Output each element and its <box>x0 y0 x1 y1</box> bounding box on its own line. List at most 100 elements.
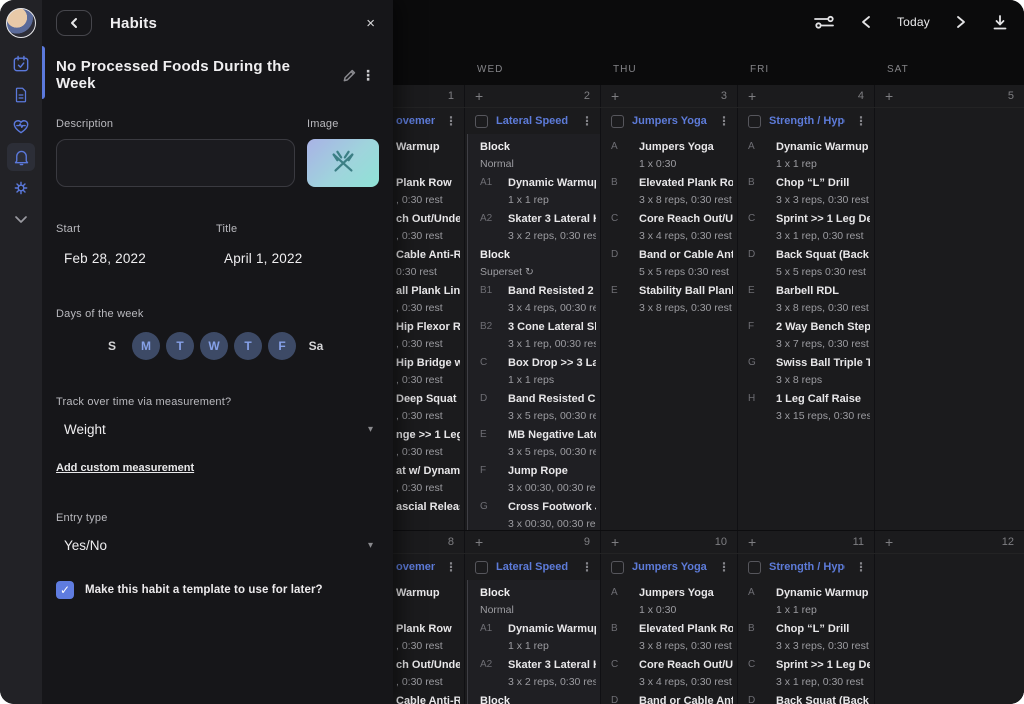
exercise-row: D Band or Cable Anti Rotati... 5 x 5 rep… <box>611 694 733 704</box>
habit-menu-icon[interactable]: ⋮ <box>357 67 379 84</box>
add-custom-measurement-link[interactable]: Add custom measurement <box>56 462 194 474</box>
exercise-name: 1 Leg Calf Raise <box>776 392 870 406</box>
workout-title[interactable]: Jumpers Yoga / Core <box>632 561 708 573</box>
next-week-button[interactable] <box>956 15 966 29</box>
workout-menu-icon[interactable]: ⋮ <box>853 560 869 574</box>
day-toggle[interactable]: M <box>132 332 160 360</box>
workout-menu-icon[interactable]: ⋮ <box>443 114 459 128</box>
workout-card-header[interactable]: ovement Q... ⋮ <box>393 554 464 580</box>
workout-card-header[interactable]: Strength / Hypertro... ⋮ <box>738 108 874 134</box>
exercise-detail: Normal <box>480 603 596 617</box>
day-toggle[interactable]: T <box>166 332 194 360</box>
today-button[interactable]: Today <box>897 15 930 29</box>
workout-card[interactable]: Strength / Hypertro... ⋮ A Dynamic Warmu… <box>737 108 874 530</box>
end-date-value[interactable]: April 1, 2022 <box>216 251 376 266</box>
workout-complete-checkbox[interactable] <box>748 561 761 574</box>
add-workout-button[interactable]: + <box>885 89 893 103</box>
download-button[interactable] <box>992 14 1008 31</box>
gear-icon <box>11 178 31 198</box>
edit-pencil-icon[interactable] <box>342 68 357 83</box>
back-button[interactable] <box>56 10 92 36</box>
workout-card-header[interactable]: Lateral Speed / Plyo ⋮ <box>465 554 600 580</box>
workout-complete-checkbox[interactable] <box>475 561 488 574</box>
workout-menu-icon[interactable]: ⋮ <box>579 114 595 128</box>
start-date-value[interactable]: Feb 28, 2022 <box>56 251 216 266</box>
add-workout-button[interactable]: + <box>475 89 483 103</box>
workout-title[interactable]: Strength / Hypertro... <box>769 115 845 127</box>
workout-title[interactable]: ovement Q... <box>396 561 435 573</box>
close-icon[interactable]: × <box>362 13 379 34</box>
add-workout-button[interactable]: + <box>475 535 483 549</box>
sidebar-item-habits[interactable] <box>7 143 35 171</box>
user-avatar[interactable] <box>6 8 36 38</box>
workout-card-header[interactable]: Lateral Speed / Plyo ⋮ <box>465 108 600 134</box>
workout-title[interactable]: Lateral Speed / Plyo <box>496 561 571 573</box>
image-label: Image <box>307 118 379 130</box>
habits-panel: Habits × No Processed Foods During the W… <box>42 0 393 704</box>
workout-menu-icon[interactable]: ⋮ <box>716 560 732 574</box>
workout-card[interactable]: Strength / Hypertro... ⋮ A Dynamic Warmu… <box>737 554 874 704</box>
workout-complete-checkbox[interactable] <box>748 115 761 128</box>
exercise-row: nge >> 1 Leg St... , 0:30 rest <box>396 428 460 459</box>
habit-image-tile[interactable] <box>307 139 379 187</box>
sidebar-item-calendar[interactable] <box>7 50 35 78</box>
add-workout-button[interactable]: + <box>611 535 619 549</box>
sidebar-item-settings[interactable] <box>7 174 35 202</box>
day-toggle[interactable]: S <box>98 332 126 360</box>
workout-card-header[interactable]: Jumpers Yoga / Core ⋮ <box>601 108 737 134</box>
workout-title[interactable]: ovement Q... <box>396 115 435 127</box>
workout-title[interactable]: Lateral Speed / Plyo <box>496 115 571 127</box>
workout-complete-checkbox[interactable] <box>475 115 488 128</box>
workout-card-header[interactable]: Jumpers Yoga / Core ⋮ <box>601 554 737 580</box>
sidebar-item-health[interactable] <box>7 112 35 140</box>
exercise-detail: 3 x 8 reps, 0:30 rest <box>776 301 870 315</box>
filter-sliders-button[interactable] <box>813 13 835 31</box>
workout-menu-icon[interactable]: ⋮ <box>443 560 459 574</box>
sidebar-collapse-chevron[interactable] <box>7 205 35 233</box>
exercise-row: G Cross Footwork Jump Rope 3 x 00:30, 00… <box>480 500 596 530</box>
template-checkbox[interactable]: ✓ <box>56 581 74 599</box>
exercise-detail: 3 x 3 reps, 0:30 rest <box>776 193 870 207</box>
exercise-name: Jump Rope <box>508 464 596 478</box>
calendar-grid: 1 + 2 + 3 + 4 + <box>393 85 1024 704</box>
exercise-letter: B <box>748 622 776 653</box>
workout-card-header[interactable]: Strength / Hypertro... ⋮ <box>738 554 874 580</box>
workout-menu-icon[interactable]: ⋮ <box>579 560 595 574</box>
workout-card[interactable]: ⋮ <box>874 554 1024 704</box>
workout-card[interactable]: ovement Q... ⋮ Warmup <box>393 554 464 704</box>
add-workout-button[interactable]: + <box>611 89 619 103</box>
exercise-name: Core Reach Out/Under <box>639 212 733 226</box>
day-toggle[interactable]: Sa <box>302 332 330 360</box>
measurement-select[interactable]: Weight ▾ <box>56 420 379 438</box>
workout-card[interactable]: Jumpers Yoga / Core ⋮ A Jumpers Yoga <box>600 554 737 704</box>
workout-title[interactable]: Strength / Hypertro... <box>769 561 845 573</box>
workout-card[interactable]: ovement Q... ⋮ Warmup <box>393 108 464 530</box>
add-workout-button[interactable]: + <box>748 535 756 549</box>
day-toggle[interactable]: T <box>234 332 262 360</box>
workout-title[interactable]: Jumpers Yoga / Core <box>632 115 708 127</box>
workout-card[interactable]: Jumpers Yoga / Core ⋮ A Jumpers Yoga <box>600 108 737 530</box>
add-workout-button[interactable]: + <box>748 89 756 103</box>
exercise-row: all Plank Linear ... , 0:30 rest <box>396 284 460 315</box>
workout-complete-checkbox[interactable] <box>611 561 624 574</box>
day-toggle[interactable]: F <box>268 332 296 360</box>
sidebar-item-programs[interactable] <box>7 81 35 109</box>
workout-card[interactable]: Lateral Speed / Plyo ⋮ Block Normal <box>464 554 600 704</box>
day-toggle[interactable]: W <box>200 332 228 360</box>
workout-card[interactable]: Lateral Speed / Plyo ⋮ Block Normal <box>464 108 600 530</box>
exercise-detail: 3 x 00:30, 00:30 rest <box>508 517 596 530</box>
workout-menu-icon[interactable]: ⋮ <box>853 114 869 128</box>
prev-week-button[interactable] <box>861 15 871 29</box>
workout-card-header[interactable]: ovement Q... ⋮ <box>393 108 464 134</box>
exercise-name: ch Out/Under <box>396 212 460 226</box>
exercise-detail: 3 x 1 rep, 0:30 rest <box>776 229 870 243</box>
description-input[interactable] <box>56 139 295 187</box>
workout-card[interactable]: ⋮ <box>874 108 1024 530</box>
entry-type-select[interactable]: Yes/No ▾ <box>56 536 379 554</box>
workout-complete-checkbox[interactable] <box>611 115 624 128</box>
exercise-name: all Plank Linear ... <box>396 284 460 298</box>
exercise-name: at w/ Dynamic P... <box>396 464 460 478</box>
add-workout-button[interactable]: + <box>885 535 893 549</box>
days-of-week-row: SMTWTFSa <box>56 332 379 360</box>
workout-menu-icon[interactable]: ⋮ <box>716 114 732 128</box>
